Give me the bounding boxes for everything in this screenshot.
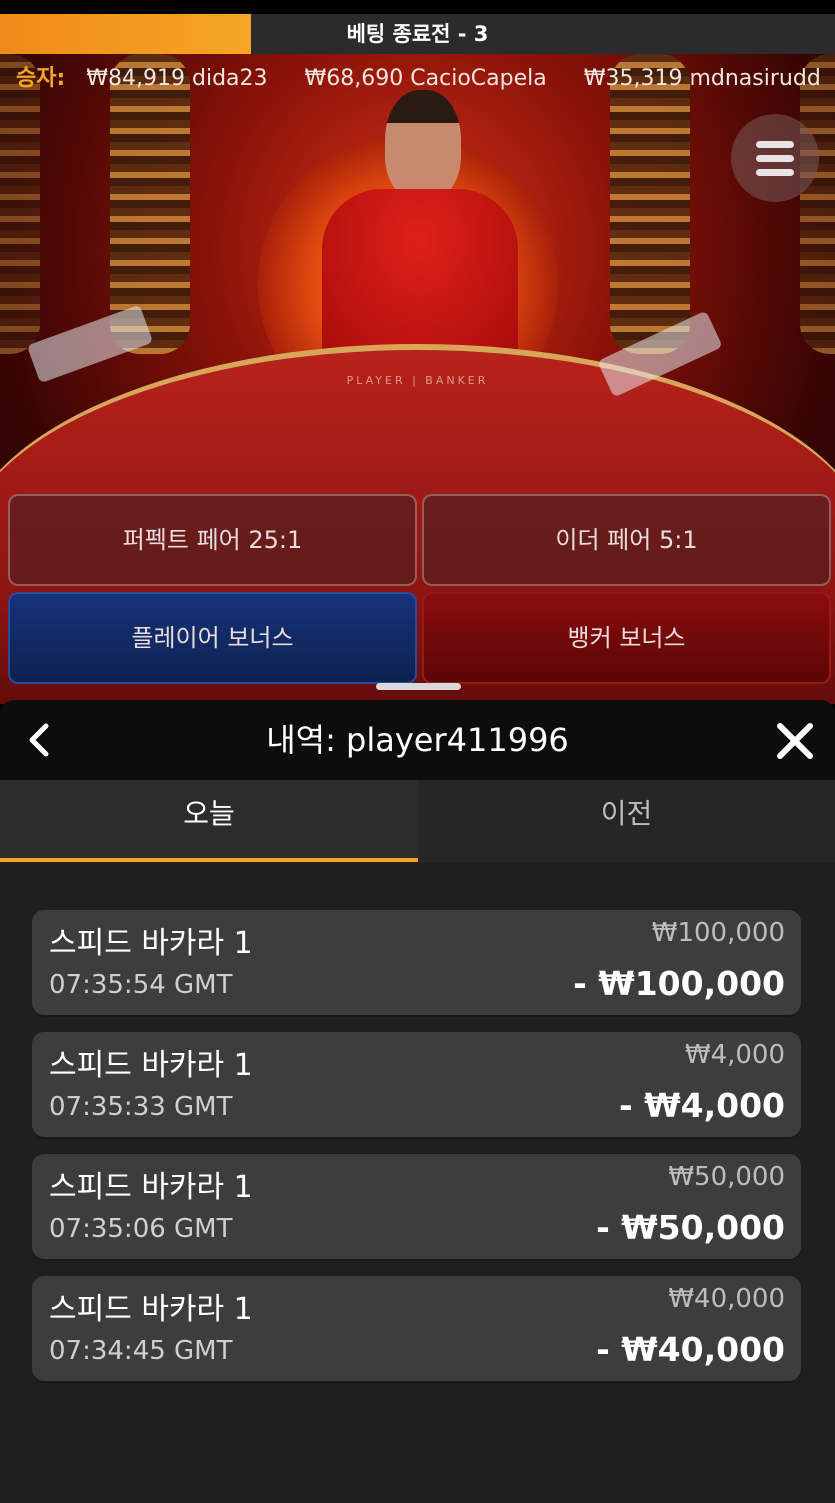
winner-name: mdnasirudd xyxy=(689,66,821,91)
tab-today[interactable]: 오늘 xyxy=(0,780,418,862)
decor-pillar xyxy=(110,54,190,354)
decor-pillar xyxy=(800,54,835,354)
active-tab-indicator xyxy=(0,858,418,862)
entry-stake: ₩40,000 xyxy=(668,1284,785,1314)
winner-amount: ₩35,319 xyxy=(583,66,683,91)
winner-name: CacioCapela xyxy=(410,66,547,91)
decor-pillar xyxy=(0,54,40,354)
entry-time: 07:35:33 GMT xyxy=(49,1092,233,1122)
decor-pillar xyxy=(610,54,690,354)
history-sheet: 내역: player411996 오늘 이전 스피드 바카라 1 07:35:5… xyxy=(0,700,835,1503)
history-tabs: 오늘 이전 xyxy=(0,780,835,862)
close-icon xyxy=(777,723,813,759)
winner-entry: ₩84,919 dida23 xyxy=(86,66,267,91)
status-bar xyxy=(0,0,835,14)
betting-timer-bar: 베팅 종료전 - 3 xyxy=(0,14,835,54)
winner-entry: ₩35,319 mdnasirudd xyxy=(584,66,821,91)
timer-label: 베팅 종료전 - 3 xyxy=(346,22,489,46)
history-title: 내역: player411996 xyxy=(266,721,569,759)
history-entry[interactable]: 스피드 바카라 1 07:35:33 GMT ₩4,000 - ₩4,000 xyxy=(32,1032,801,1137)
entry-result: - ₩40,000 xyxy=(596,1330,785,1369)
entry-game-name: 스피드 바카라 1 xyxy=(49,1170,253,1205)
dealer-head xyxy=(385,90,461,200)
entry-result: - ₩100,000 xyxy=(573,964,785,1003)
entry-result: - ₩50,000 xyxy=(596,1208,785,1247)
winners-ticker: 승자: ₩84,919 dida23 ₩68,690 CacioCapela ₩… xyxy=(16,60,835,92)
tab-previous[interactable]: 이전 xyxy=(418,780,835,862)
entry-stake: ₩100,000 xyxy=(651,918,785,948)
bet-player-bonus[interactable]: 플레이어 보너스 xyxy=(8,592,417,684)
winner-amount: ₩68,690 xyxy=(304,66,404,91)
entry-game-name: 스피드 바카라 1 xyxy=(49,1292,253,1327)
history-entry[interactable]: 스피드 바카라 1 07:35:54 GMT ₩100,000 - ₩100,0… xyxy=(32,910,801,1015)
winner-amount: ₩84,919 xyxy=(86,66,186,91)
live-video-scene: PLAYER | BANKER 승자: ₩84,919 dida23 ₩68,6… xyxy=(0,54,835,704)
entry-time: 07:34:45 GMT xyxy=(49,1336,233,1366)
bet-perfect-pair[interactable]: 퍼펙트 페어 25:1 xyxy=(8,494,417,586)
winner-name: dida23 xyxy=(192,66,268,91)
winners-label: 승자: xyxy=(16,66,66,91)
history-header: 내역: player411996 xyxy=(0,700,835,780)
entry-stake: ₩50,000 xyxy=(668,1162,785,1192)
history-entry[interactable]: 스피드 바카라 1 07:34:45 GMT ₩40,000 - ₩40,000 xyxy=(32,1276,801,1381)
table-label: PLAYER | BANKER xyxy=(346,374,489,387)
entry-game-name: 스피드 바카라 1 xyxy=(49,1048,253,1083)
close-button[interactable] xyxy=(772,718,818,764)
dealer-body xyxy=(322,189,518,359)
bet-either-pair[interactable]: 이더 페어 5:1 xyxy=(422,494,831,586)
entry-time: 07:35:06 GMT xyxy=(49,1214,233,1244)
menu-button[interactable] xyxy=(731,114,819,202)
entry-stake: ₩4,000 xyxy=(684,1040,785,1070)
winner-entry: ₩68,690 CacioCapela xyxy=(305,66,547,91)
entry-time: 07:35:54 GMT xyxy=(49,970,233,1000)
bet-banker-bonus[interactable]: 뱅커 보너스 xyxy=(422,592,831,684)
card-shoe xyxy=(26,304,154,384)
entry-result: - ₩4,000 xyxy=(619,1086,785,1125)
history-entry[interactable]: 스피드 바카라 1 07:35:06 GMT ₩50,000 - ₩50,000 xyxy=(32,1154,801,1259)
entry-game-name: 스피드 바카라 1 xyxy=(49,926,253,961)
sheet-drag-handle[interactable] xyxy=(376,683,461,690)
